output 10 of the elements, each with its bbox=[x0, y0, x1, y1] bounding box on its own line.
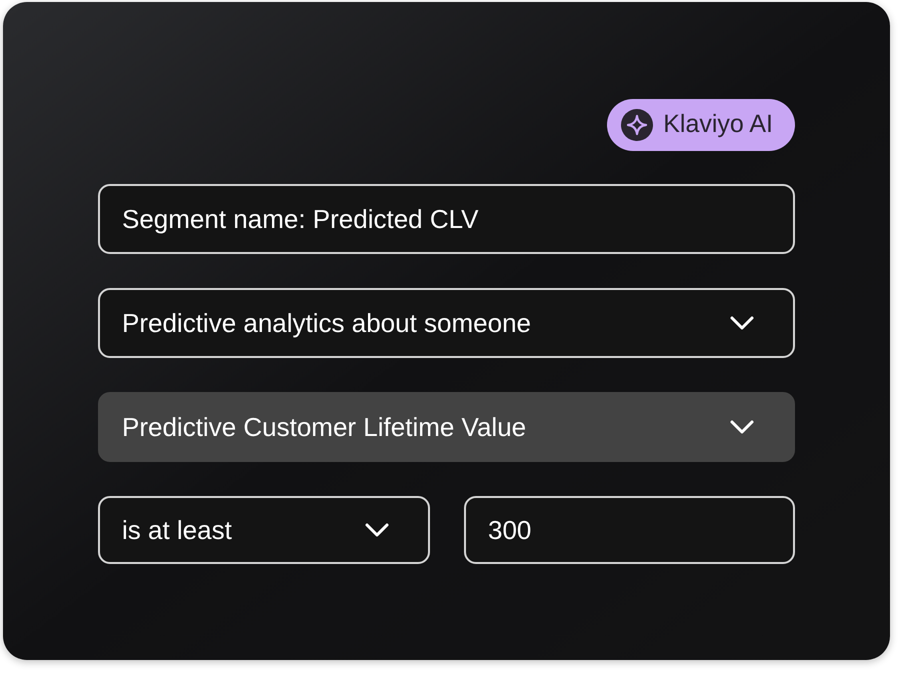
chevron-down-icon bbox=[729, 315, 755, 331]
ai-badge: Klaviyo AI bbox=[607, 99, 795, 151]
input-field[interactable]: Segment name: Predicted CLV bbox=[98, 184, 795, 254]
dropdown-field[interactable]: is at least bbox=[98, 496, 430, 564]
sparkle-icon bbox=[621, 109, 654, 141]
chevron-down-icon bbox=[729, 419, 755, 435]
input-field[interactable]: 300 bbox=[464, 496, 795, 564]
dropdown-field[interactable]: Predictive Customer Lifetime Value bbox=[98, 392, 795, 462]
dropdown-field[interactable]: Predictive analytics about someone bbox=[98, 288, 795, 358]
chevron-down-icon bbox=[364, 522, 390, 538]
